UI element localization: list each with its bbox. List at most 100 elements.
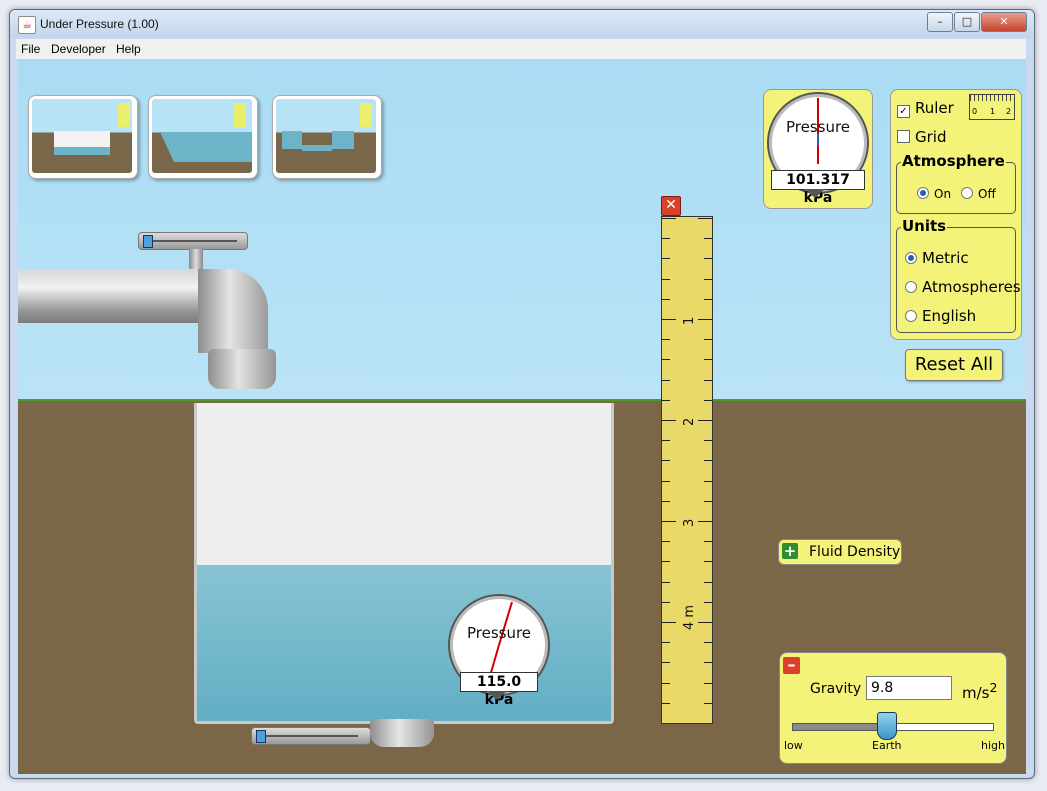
ruler-tick — [704, 682, 712, 684]
reset-all-button[interactable]: Reset All — [905, 349, 1003, 381]
ruler-tick — [662, 339, 670, 341]
atmosphere-off-radio[interactable]: Off — [961, 187, 996, 201]
gravity-slider-knob[interactable] — [877, 712, 897, 740]
faucet-flow-slider[interactable] — [138, 232, 248, 250]
ruler-tick — [662, 258, 670, 260]
measuring-ruler[interactable]: 1 2 3 4 m — [661, 216, 713, 724]
ruler-tick — [704, 702, 712, 704]
menu-developer[interactable]: Developer — [51, 42, 106, 56]
ruler-tick — [704, 662, 712, 664]
ruler-tick — [662, 359, 670, 361]
ruler-tick — [704, 561, 712, 563]
atmosphere-pressure-gauge[interactable]: Pressure 101.317 kPa — [767, 92, 869, 206]
title-bar: ☕ Under Pressure (1.00) – □ ✕ — [10, 10, 1034, 38]
ruler-tick — [662, 702, 670, 704]
atmosphere-on-radio[interactable]: On — [917, 187, 951, 201]
ruler-tick — [662, 238, 670, 240]
faucet-pipe — [18, 269, 218, 323]
ruler-tick — [704, 581, 712, 583]
ruler-tick — [662, 682, 670, 684]
drain-slider-knob[interactable] — [256, 730, 266, 743]
ruler-tick — [662, 622, 676, 623]
ruler-tick — [698, 420, 712, 421]
ruler-label-1: 1 — [682, 316, 697, 325]
units-metric-radio[interactable]: Metric — [905, 249, 969, 267]
ruler-tick — [704, 339, 712, 341]
ruler-tick — [662, 662, 670, 664]
ruler-tick — [662, 399, 670, 401]
grid-checkbox[interactable]: Grid — [897, 128, 946, 146]
ruler-tick — [698, 319, 712, 320]
ruler-tick — [662, 460, 670, 462]
ruler-tick — [704, 440, 712, 442]
ruler-tick — [662, 541, 670, 543]
scene-thumbnail-trapezoid-pool[interactable] — [148, 95, 258, 179]
gauge-title: Pressure — [466, 624, 532, 642]
simulation-canvas: Pressure 115.0 kPa Pressure 101.317 kPa — [18, 59, 1026, 774]
ruler-tick — [704, 359, 712, 361]
menu-bar: File Developer Help — [16, 39, 1026, 59]
pool-pressure-gauge[interactable]: Pressure 115.0 kPa — [448, 594, 552, 708]
ruler-checkbox[interactable]: ✓ Ruler — [897, 99, 954, 118]
ruler-tick — [704, 480, 712, 482]
ruler-tick — [704, 500, 712, 502]
gravity-panel: – Gravity 9.8 m/s2 low Earth high — [779, 652, 1007, 764]
close-button[interactable]: ✕ — [981, 12, 1027, 32]
ruler-tick — [662, 642, 670, 644]
ruler-close-icon[interactable]: ✕ — [661, 196, 681, 216]
ruler-tick — [698, 218, 712, 219]
scene-thumbnail-square-pool[interactable] — [28, 95, 138, 179]
ruler-tick — [662, 440, 670, 442]
expand-plus-icon: + — [782, 542, 798, 560]
ruler-tick — [662, 581, 670, 583]
ruler-tick — [704, 298, 712, 300]
fluid-density-label: Fluid Density — [809, 544, 901, 560]
ruler-tick — [704, 379, 712, 381]
atmosphere-group: Atmosphere On Off — [896, 152, 1016, 214]
ruler-tick — [704, 541, 712, 543]
menu-help[interactable]: Help — [116, 42, 141, 56]
gauge-pointer-icon — [487, 691, 507, 700]
ruler-tick — [704, 601, 712, 603]
gravity-input[interactable]: 9.8 — [866, 676, 952, 700]
fluid-density-button[interactable]: + Fluid Density — [778, 539, 902, 565]
ruler-tick — [662, 521, 676, 522]
ruler-icon: 0 1 2 — [969, 94, 1015, 120]
units-atmospheres-radio[interactable]: Atmospheres — [905, 278, 1021, 296]
collapse-minus-icon[interactable]: – — [783, 657, 800, 674]
ruler-tick — [704, 399, 712, 401]
scene-thumbnail-chamber-pool[interactable] — [272, 95, 382, 179]
units-english-radio[interactable]: English — [905, 307, 976, 325]
faucet-slider-knob[interactable] — [143, 235, 153, 248]
menu-file[interactable]: File — [21, 42, 40, 56]
app-window: ☕ Under Pressure (1.00) – □ ✕ File Devel… — [9, 9, 1035, 779]
faucet-spout — [208, 349, 276, 389]
checkbox-checked-icon: ✓ — [897, 105, 910, 118]
ruler-label-4: 4 m — [682, 604, 697, 630]
ruler-tick — [662, 601, 670, 603]
ruler-tick — [698, 622, 712, 623]
gauge-title: Pressure — [785, 118, 851, 136]
gravity-earth-label: Earth — [872, 739, 902, 752]
drain-flow-slider[interactable] — [251, 727, 371, 745]
ruler-tick — [662, 319, 676, 320]
ruler-tick — [662, 218, 676, 219]
minimize-button[interactable]: – — [927, 12, 953, 32]
gravity-unit: m/s2 — [962, 680, 998, 702]
ruler-label-3: 3 — [682, 518, 697, 527]
window-title: Under Pressure (1.00) — [40, 17, 159, 31]
gauge-readout: 101.317 kPa — [771, 170, 865, 206]
faucet-elbow — [198, 269, 268, 353]
units-group: Units Metric Atmospheres English — [896, 217, 1021, 333]
control-panel: ✓ Ruler 0 1 2 Grid Atmosphere On Off Unit… — [890, 89, 1022, 340]
gravity-low-label: low — [784, 739, 803, 752]
ruler-tick — [662, 420, 676, 421]
ruler-tick — [662, 278, 670, 280]
gravity-high-label: high — [981, 739, 1005, 752]
ruler-label-2: 2 — [682, 417, 697, 426]
maximize-button[interactable]: □ — [954, 12, 980, 32]
ruler-tick — [704, 460, 712, 462]
ruler-tick — [698, 521, 712, 522]
ruler-tick — [704, 258, 712, 260]
gauge-pointer-icon — [805, 189, 825, 198]
